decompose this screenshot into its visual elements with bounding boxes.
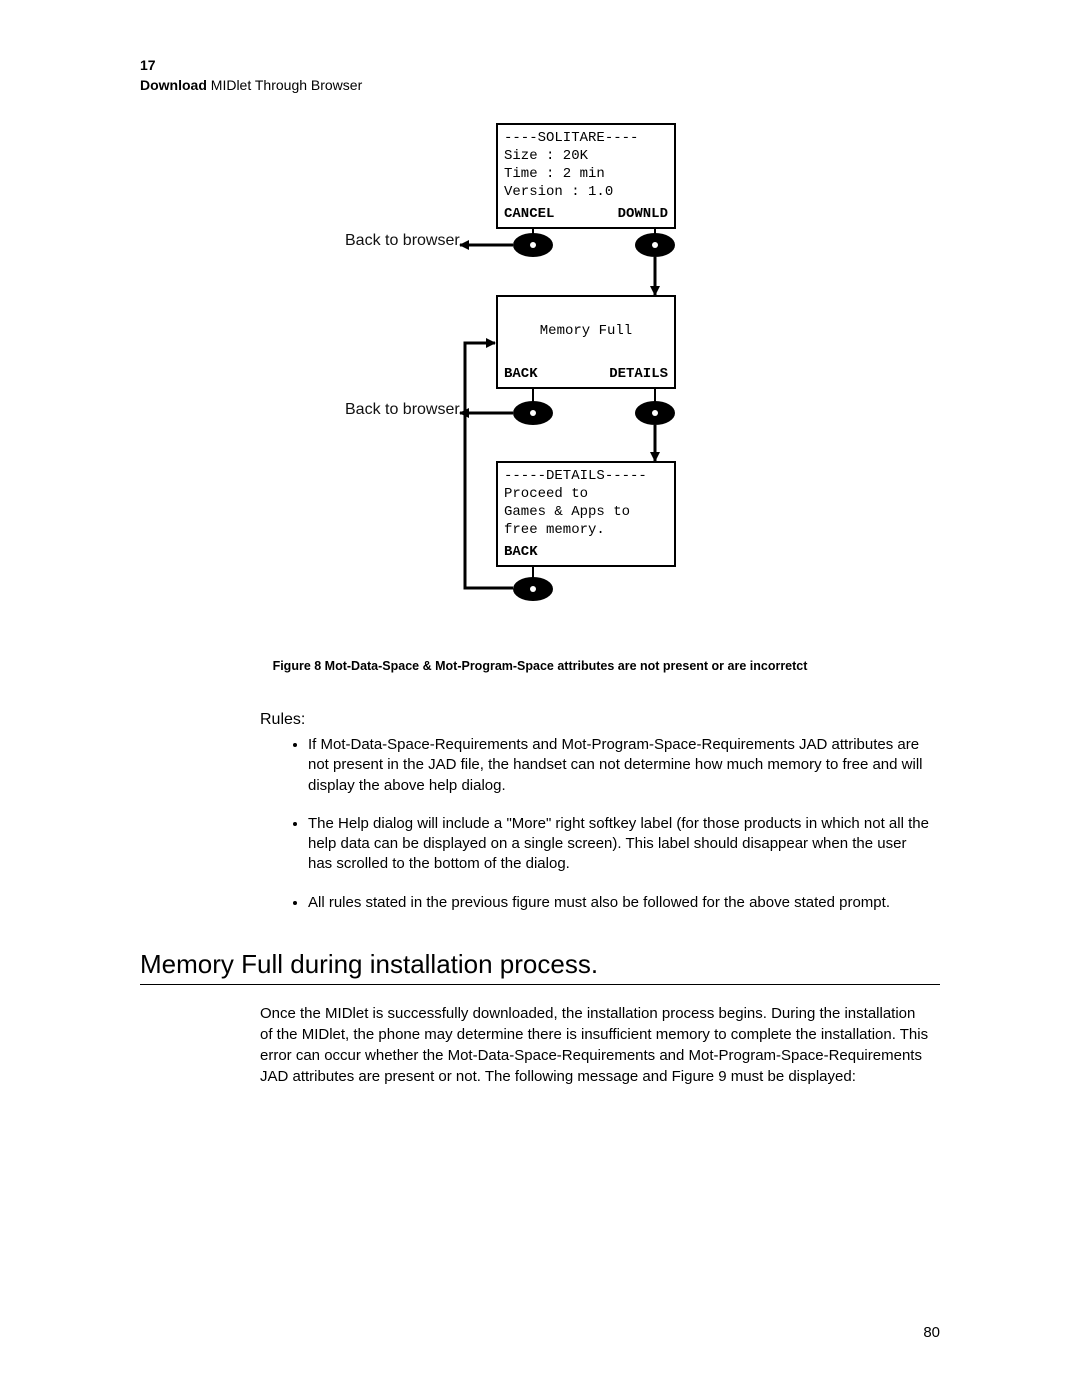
button-oval-cancel[interactable] bbox=[513, 233, 553, 257]
attr-version: Version : 1.0 bbox=[504, 183, 668, 201]
document-page: 17 Download MIDlet Through Browser bbox=[0, 0, 1080, 1397]
softkey-row: BACK bbox=[498, 541, 674, 565]
screen-memory-full-content: Memory Full bbox=[498, 297, 674, 363]
chapter-title-line: Download MIDlet Through Browser bbox=[140, 76, 940, 96]
details-line2: Games & Apps to bbox=[504, 503, 668, 521]
rule-item: All rules stated in the previous figure … bbox=[308, 893, 930, 913]
screen-memory-full: Memory Full BACK DETAILS bbox=[496, 295, 676, 389]
screen-solitare-content: ----SOLITARE---- Size : 20K Time : 2 min… bbox=[498, 125, 674, 203]
chapter-number: 17 bbox=[140, 56, 940, 76]
rules-heading: Rules: bbox=[260, 711, 930, 729]
chapter-title-rest: MIDlet Through Browser bbox=[207, 77, 362, 93]
button-oval-back-details[interactable] bbox=[513, 577, 553, 601]
softkey-cancel[interactable]: CANCEL bbox=[504, 205, 554, 223]
softkey-details[interactable]: DETAILS bbox=[609, 365, 668, 383]
figure-caption: Figure 8 Mot-Data-Space & Mot-Program-Sp… bbox=[140, 659, 940, 673]
rule-item: If Mot-Data-Space-Requirements and Mot-P… bbox=[308, 735, 930, 796]
chapter-title-bold: Download bbox=[140, 77, 207, 93]
section-paragraph: Once the MIDlet is successfully download… bbox=[260, 1003, 930, 1087]
softkey-download[interactable]: DOWNLD bbox=[618, 205, 668, 223]
rule-item: The Help dialog will include a "More" ri… bbox=[308, 814, 930, 875]
rules-block: Rules: If Mot-Data-Space-Requirements an… bbox=[260, 711, 930, 913]
section-heading: Memory Full during installation process. bbox=[140, 949, 940, 980]
button-oval-download[interactable] bbox=[635, 233, 675, 257]
attr-time: Time : 2 min bbox=[504, 165, 668, 183]
flow-diagram: ----SOLITARE---- Size : 20K Time : 2 min… bbox=[140, 123, 940, 633]
label-back-to-browser-1: Back to browser bbox=[345, 232, 460, 250]
screen-solitare: ----SOLITARE---- Size : 20K Time : 2 min… bbox=[496, 123, 676, 229]
page-number: 80 bbox=[923, 1324, 940, 1341]
label-back-to-browser-2: Back to browser bbox=[345, 401, 460, 419]
section-underline bbox=[140, 984, 940, 985]
details-line3: free memory. bbox=[504, 521, 668, 539]
softkey-back[interactable]: BACK bbox=[504, 365, 538, 383]
attr-size: Size : 20K bbox=[504, 147, 668, 165]
details-line1: Proceed to bbox=[504, 485, 668, 503]
button-oval-back[interactable] bbox=[513, 401, 553, 425]
rules-list: If Mot-Data-Space-Requirements and Mot-P… bbox=[260, 735, 930, 913]
button-oval-details[interactable] bbox=[635, 401, 675, 425]
screen-details-content: -----DETAILS----- Proceed to Games & App… bbox=[498, 463, 674, 541]
screen-title: ----SOLITARE---- bbox=[504, 129, 668, 147]
screen-details: -----DETAILS----- Proceed to Games & App… bbox=[496, 461, 676, 567]
softkey-row: BACK DETAILS bbox=[498, 363, 674, 387]
softkey-back[interactable]: BACK bbox=[504, 543, 538, 561]
screen-details-title: -----DETAILS----- bbox=[504, 467, 668, 485]
softkey-row: CANCEL DOWNLD bbox=[498, 203, 674, 227]
memory-full-text: Memory Full bbox=[540, 322, 632, 340]
chapter-header: 17 Download MIDlet Through Browser bbox=[140, 56, 940, 95]
